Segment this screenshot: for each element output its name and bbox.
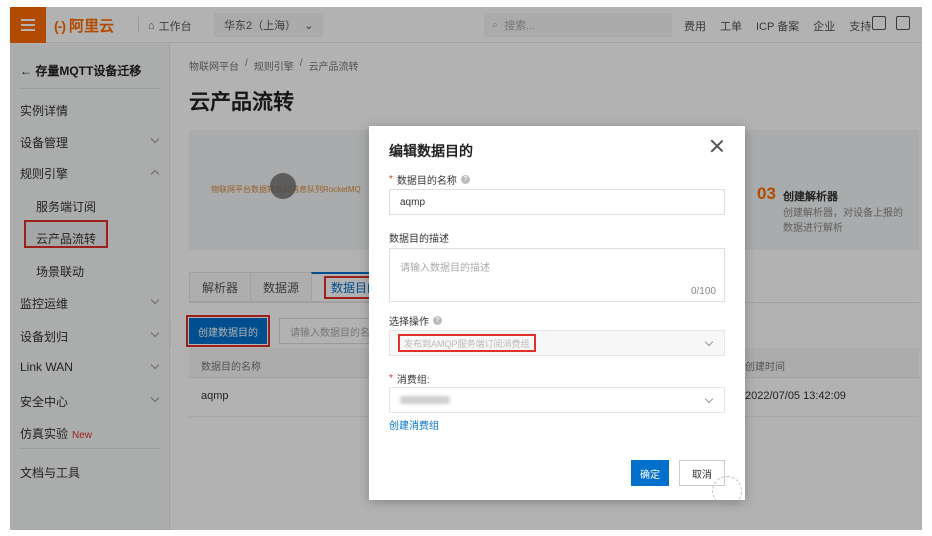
label-text: 选择操作: [389, 317, 429, 328]
chevron-down-icon: [704, 337, 714, 347]
desc-field-label: 数据目的描述: [389, 230, 449, 245]
help-icon[interactable]: ?: [433, 316, 442, 325]
name-field-label: * 数据目的名称 ?: [389, 172, 470, 187]
destination-description-input[interactable]: 请输入数据目的描述 0/100: [389, 248, 725, 302]
edit-destination-dialog: 编辑数据目的 * 数据目的名称 ? aqmp 数据目的描述 请输入数据目的描述 …: [369, 126, 745, 500]
operation-select: 发布到AMQP服务端订阅消费组: [389, 330, 725, 356]
label-text: 数据目的名称: [396, 176, 457, 187]
create-group-link[interactable]: 创建消费组: [389, 417, 439, 432]
blurred-value: [400, 396, 450, 404]
group-field-label: * 消费组:: [389, 371, 430, 386]
operation-value: 发布到AMQP服务端订阅消费组: [398, 334, 536, 352]
dialog-title: 编辑数据目的: [389, 143, 473, 159]
cursor-icon: [712, 476, 742, 506]
required-mark: *: [389, 174, 393, 185]
confirm-button[interactable]: 确定: [631, 460, 669, 486]
help-icon[interactable]: ?: [460, 175, 470, 184]
consumer-group-select[interactable]: [389, 387, 725, 413]
textarea-placeholder: 请输入数据目的描述: [400, 263, 490, 274]
label-text: 数据目的描述: [389, 234, 449, 245]
operation-field-label: 选择操作 ?: [389, 313, 442, 328]
char-count: 0/100: [690, 286, 716, 297]
label-text: 消费组:: [396, 375, 430, 386]
destination-name-input[interactable]: aqmp: [389, 189, 725, 215]
required-mark: *: [389, 373, 393, 384]
close-icon[interactable]: [709, 138, 725, 154]
chevron-down-icon: [704, 394, 714, 404]
